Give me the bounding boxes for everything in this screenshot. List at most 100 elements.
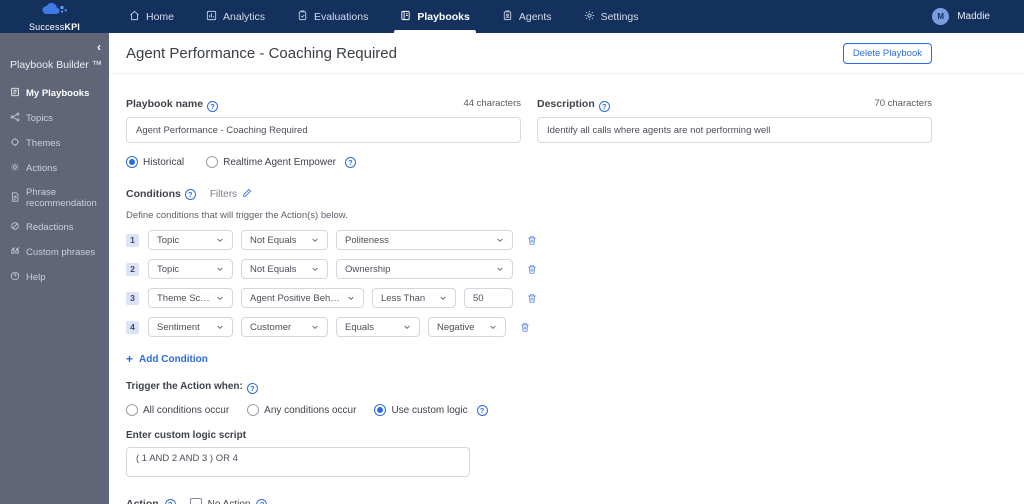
nav-item-evaluations[interactable]: Evaluations — [281, 0, 384, 33]
radio-dot — [126, 156, 138, 168]
radio-realtime-agent-empower[interactable]: Realtime Agent Empower? — [206, 156, 356, 168]
playbooks-icon — [400, 10, 411, 24]
condition-number-badge: 2 — [126, 262, 139, 276]
no-action-checkbox[interactable] — [189, 498, 202, 504]
condition-1-value-select[interactable]: Politeness — [336, 230, 513, 250]
radio-historical[interactable]: Historical — [126, 156, 184, 168]
brand-logo[interactable]: SuccessKPI — [0, 0, 109, 33]
condition-3-field-select[interactable]: Theme Score — [148, 288, 233, 308]
cloud-logo-icon — [40, 3, 70, 21]
condition-1-field-select[interactable]: Topic — [148, 230, 233, 250]
plus-icon: + — [126, 352, 134, 366]
playbook-list-icon — [10, 87, 20, 100]
actions-gear-icon — [10, 162, 20, 175]
condition-2-operator-select[interactable]: Not Equals — [241, 259, 328, 279]
redactions-icon — [10, 221, 20, 234]
sidebar-title: Playbook Builder ™ — [10, 59, 103, 71]
condition-2-value-select[interactable]: Ownership — [336, 259, 513, 279]
radio-dot — [206, 156, 219, 168]
condition-1-operator-select[interactable]: Not Equals — [241, 230, 328, 250]
condition-number-badge: 1 — [126, 233, 139, 247]
chevron-down-icon — [490, 265, 504, 273]
condition-row-3: 3 Theme Score Agent Positive Behavior Th… — [126, 288, 932, 308]
delete-condition-2-trash-icon[interactable] — [527, 264, 537, 275]
sidebar-item-redactions[interactable]: Redactions — [0, 215, 109, 240]
no-action-help-icon[interactable]: ? — [256, 498, 268, 504]
chevron-down-icon — [305, 236, 319, 244]
radio-all-conditions[interactable]: All conditions occur — [126, 404, 229, 416]
chevron-down-icon — [341, 294, 355, 302]
conditions-help-icon[interactable]: ? — [184, 188, 196, 200]
sidebar: ‹ Playbook Builder ™ My Playbooks Topics… — [0, 33, 109, 504]
action-title: Action — [126, 498, 159, 504]
sidebar-item-topics[interactable]: Topics — [0, 106, 109, 131]
condition-3-theme-select[interactable]: Agent Positive Behavior The... — [241, 288, 364, 308]
playbook-name-label: Playbook name — [126, 98, 204, 110]
delete-condition-3-trash-icon[interactable] — [527, 293, 537, 304]
nav-item-analytics[interactable]: Analytics — [190, 0, 281, 33]
description-input[interactable] — [537, 117, 932, 143]
page-title: Agent Performance - Coaching Required — [126, 45, 397, 62]
condition-4-field-select[interactable]: Sentiment — [148, 317, 233, 337]
sidebar-collapse-icon[interactable]: ‹ — [97, 41, 101, 53]
sidebar-item-themes[interactable]: Themes — [0, 131, 109, 156]
description-label: Description — [537, 98, 595, 110]
nav-item-agents[interactable]: Agents — [486, 0, 568, 33]
chevron-down-icon — [397, 323, 411, 331]
delete-playbook-button[interactable]: Delete Playbook — [842, 43, 932, 64]
conditions-subtitle: Define conditions that will trigger the … — [126, 210, 348, 221]
add-condition-button[interactable]: + Add Condition — [126, 352, 932, 366]
themes-target-icon — [10, 137, 20, 150]
radio-dot — [126, 404, 138, 416]
delete-condition-1-trash-icon[interactable] — [527, 235, 537, 246]
realtime-help-icon[interactable]: ? — [344, 156, 356, 168]
main-content: Agent Performance - Coaching Required De… — [109, 33, 1024, 504]
playbook-name-counter: 44 characters — [463, 97, 521, 109]
condition-3-threshold-input[interactable] — [464, 288, 513, 308]
sidebar-item-actions[interactable]: Actions — [0, 156, 109, 181]
conditions-title: Conditions — [126, 188, 181, 200]
analytics-icon — [206, 10, 217, 24]
radio-any-conditions[interactable]: Any conditions occur — [247, 404, 356, 416]
user-avatar[interactable]: M — [932, 8, 950, 25]
trigger-help-icon[interactable]: ? — [246, 383, 258, 394]
radio-use-custom-logic[interactable]: Use custom logic? — [374, 404, 488, 416]
main-nav: Home Analytics Evaluations Playbooks Age… — [113, 0, 655, 33]
brand-name: SuccessKPI — [28, 22, 81, 32]
nav-item-playbooks[interactable]: Playbooks — [384, 0, 486, 33]
sidebar-item-phrase-recommendation[interactable]: Phrase recommendation — [0, 181, 109, 215]
condition-4-party-select[interactable]: Customer — [241, 317, 328, 337]
home-icon — [129, 10, 140, 24]
chevron-down-icon — [305, 323, 319, 331]
sidebar-item-help[interactable]: Help — [0, 265, 109, 290]
user-menu[interactable]: M Maddie — [932, 0, 990, 33]
filters-edit-pencil-icon[interactable] — [242, 185, 252, 203]
chevron-down-icon — [210, 294, 224, 302]
condition-4-value-select[interactable]: Negative — [428, 317, 506, 337]
evaluations-icon — [297, 9, 308, 24]
radio-dot — [247, 404, 260, 416]
playbook-name-help-icon[interactable]: ? — [207, 101, 219, 112]
trigger-when-label: Trigger the Action when: — [126, 381, 243, 392]
delete-condition-4-trash-icon[interactable] — [520, 322, 530, 333]
description-help-icon[interactable]: ? — [598, 101, 610, 112]
playbook-name-input[interactable] — [126, 117, 521, 143]
chevron-down-icon — [305, 265, 319, 273]
custom-logic-help-icon[interactable]: ? — [476, 404, 488, 416]
filters-label: Filters — [209, 188, 238, 200]
chevron-down-icon — [433, 294, 447, 302]
custom-logic-textarea[interactable]: ( 1 AND 2 AND 3 ) OR 4 — [126, 447, 470, 477]
nav-label: Evaluations — [314, 10, 369, 23]
condition-2-field-select[interactable]: Topic — [148, 259, 233, 279]
phrase-doc-icon — [10, 191, 20, 205]
condition-4-operator-select[interactable]: Equals — [336, 317, 420, 337]
action-help-icon[interactable]: ? — [164, 498, 176, 504]
sidebar-item-custom-phrases[interactable]: Custom phrases — [0, 240, 109, 265]
sidebar-item-my-playbooks[interactable]: My Playbooks — [0, 81, 109, 106]
topics-branch-icon — [10, 112, 20, 125]
no-action-label: No Action — [207, 498, 251, 504]
condition-3-operator-select[interactable]: Less Than — [372, 288, 456, 308]
custom-logic-label: Enter custom logic script — [126, 430, 247, 441]
nav-item-settings[interactable]: Settings — [568, 0, 655, 33]
nav-item-home[interactable]: Home — [113, 0, 190, 33]
